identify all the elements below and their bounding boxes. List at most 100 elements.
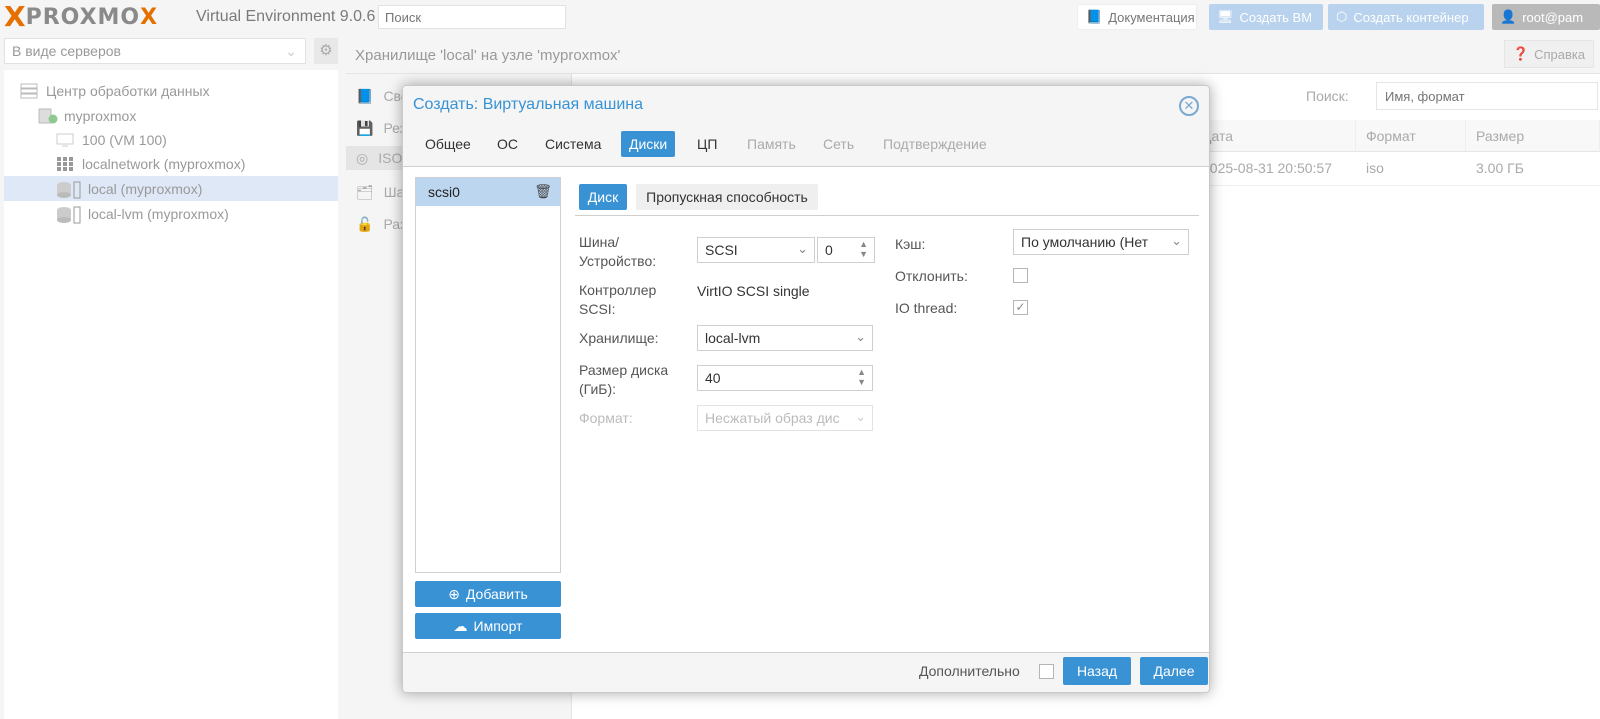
disk-size-stepper[interactable]: 40 ▲ ▼ [697, 365, 873, 391]
cell-format[interactable]: iso [1356, 152, 1466, 186]
nav-permissions[interactable]: 🔓 Раз [356, 212, 406, 236]
import-disk-button[interactable]: ☁ Импорт [415, 613, 561, 639]
content-search-input[interactable] [1376, 82, 1598, 110]
discard-checkbox[interactable] [1013, 268, 1028, 283]
cloud-download-icon: ☁ [453, 617, 468, 634]
tab-confirm[interactable]: Подтверждение [875, 131, 995, 157]
cell-size[interactable]: 3.00 ГБ [1466, 152, 1600, 186]
tab-os[interactable]: ОС [489, 131, 526, 157]
product-version: Virtual Environment 9.0.6 [196, 8, 376, 25]
unlock-icon: 🔓 [356, 215, 374, 232]
chevron-down-icon: ⌄ [797, 241, 808, 256]
cache-select[interactable]: По умолчанию (Нет ⌄ [1013, 229, 1189, 255]
gear-icon[interactable]: ⚙ [314, 38, 338, 64]
list-item[interactable]: scsi0 🗑 [416, 178, 560, 206]
tree-item-storage-lvm[interactable]: local-lvm (myproxmox) [4, 201, 338, 226]
book-icon: 📘 [356, 87, 374, 104]
subtab-divider [575, 215, 1199, 216]
format-label: Формат: [579, 410, 633, 426]
tree-item-datacenter[interactable]: Центр обработки данных [4, 78, 338, 103]
help-button[interactable]: ❓ Справка [1504, 40, 1594, 68]
tab-general[interactable]: Общее [417, 131, 479, 157]
create-vm-button[interactable]: 🖥 Создать ВМ [1209, 4, 1323, 30]
tree-item-node[interactable]: myproxmox [4, 103, 338, 128]
tree-item-vm[interactable]: 100 (VM 100) [4, 127, 338, 152]
page-title: Хранилище 'local' на узле 'myproxmox' [355, 47, 621, 64]
create-vm-label: Создать ВМ [1239, 9, 1313, 25]
bus-device-label: Шина/ Устройство: [579, 234, 657, 269]
subtab-disk[interactable]: Диск [579, 184, 627, 210]
server-rack-icon [20, 83, 38, 99]
iothread-label: IO thread: [895, 300, 958, 316]
tab-network[interactable]: Сеть [815, 131, 862, 157]
bus-select-value: SCSI [705, 242, 738, 258]
bus-select[interactable]: SCSI ⌄ [697, 237, 815, 263]
create-container-label: Создать контейнер [1353, 9, 1469, 25]
add-disk-label: Добавить [465, 586, 528, 602]
create-container-button[interactable]: ⬡ Создать контейнер [1328, 4, 1484, 30]
close-icon[interactable]: ✕ [1179, 96, 1199, 116]
user-menu-button[interactable]: 👤 root@pam [1492, 4, 1600, 30]
discard-label: Отклонить: [895, 268, 968, 284]
column-header-date[interactable]: Дата [1192, 120, 1356, 152]
chevron-down-icon: ⌄ [1171, 233, 1182, 248]
proxmox-logo: X PROXMO X [4, 2, 157, 32]
cell-date[interactable]: 2025-08-31 20:50:57 [1192, 152, 1356, 186]
import-disk-label: Импорт [473, 618, 523, 634]
resource-tree-panel: В виде серверов ⌄ ⚙ Центр обработки данн… [0, 34, 338, 719]
iothread-checkbox[interactable]: ✓ [1013, 300, 1028, 315]
next-button[interactable]: Далее [1140, 657, 1208, 685]
storage-select[interactable]: local-lvm ⌄ [697, 325, 873, 351]
nav-summary[interactable]: 📘 Сво [356, 84, 409, 108]
user-icon: 👤 [1500, 9, 1517, 24]
spinner-icon: ▲ ▼ [857, 367, 866, 387]
logo-x: X [4, 0, 26, 33]
tree-label: Центр обработки данных [46, 82, 210, 99]
storage-select-value: local-lvm [705, 330, 761, 346]
format-select[interactable]: Несжатый образ дис ⌄ [697, 405, 873, 431]
device-number-value: 0 [825, 242, 833, 258]
column-header-size[interactable]: Размер [1466, 120, 1600, 152]
tree-label: 100 (VM 100) [82, 131, 167, 148]
scsi-controller-value: VirtIO SCSI single [697, 283, 810, 299]
tree-label: local (myproxmox) [88, 180, 203, 197]
tree-item-network[interactable]: localnetwork (myproxmox) [4, 151, 338, 176]
column-header-format[interactable]: Формат [1356, 120, 1466, 152]
dialog-title: Создать: Виртуальная машина [413, 96, 643, 113]
nav-templates[interactable]: 🗂 Ша [356, 180, 404, 204]
resource-tree: Центр обработки данных myproxmox 100 (VM… [4, 70, 338, 719]
cache-label: Кэш: [895, 236, 926, 252]
documentation-label: Документация [1108, 9, 1195, 25]
global-search-input[interactable] [378, 5, 566, 29]
documentation-button[interactable]: 📘 Документация [1077, 4, 1197, 30]
create-vm-dialog: Создать: Виртуальная машина ✕ Общее ОС С… [402, 85, 1210, 693]
chevron-down-icon: ⌄ [285, 43, 297, 59]
subtab-bandwidth[interactable]: Пропускная способность [636, 184, 818, 210]
storage-icon [56, 181, 81, 198]
grid-icon [56, 156, 74, 172]
advanced-checkbox[interactable] [1039, 664, 1054, 679]
tree-item-storage-local[interactable]: local (myproxmox) [4, 176, 338, 201]
tab-cpu[interactable]: ЦП [689, 131, 725, 157]
dialog-body: scsi0 🗑 ⊕ Добавить ☁ Импорт Диск Пропуск… [403, 166, 1209, 653]
back-button[interactable]: Назад [1063, 657, 1131, 685]
nav-backups[interactable]: 💾 Рез [356, 116, 406, 140]
view-select[interactable]: В виде серверов ⌄ [4, 38, 306, 64]
logo-mox-x: X [140, 4, 158, 30]
nav-label: ISO [378, 150, 403, 166]
trash-icon[interactable]: 🗑 [534, 183, 552, 200]
storage-label: Хранилище: [579, 330, 659, 346]
device-number-stepper[interactable]: 0 ▲ ▼ [817, 237, 875, 263]
tab-memory[interactable]: Память [739, 131, 804, 157]
tree-label: myproxmox [64, 107, 137, 124]
disk-size-value: 40 [705, 370, 721, 386]
view-select-value: В виде серверов [12, 43, 121, 59]
tab-system[interactable]: Система [537, 131, 609, 157]
tab-disks[interactable]: Диски [621, 131, 676, 157]
disk-list: scsi0 🗑 [415, 177, 561, 573]
monitor-icon: 🖥 [1217, 9, 1234, 24]
add-disk-button[interactable]: ⊕ Добавить [415, 581, 561, 607]
storage-icon [56, 206, 81, 223]
disk-size-label: Размер диска (ГиБ): [579, 362, 669, 397]
help-label: Справка [1534, 46, 1586, 62]
